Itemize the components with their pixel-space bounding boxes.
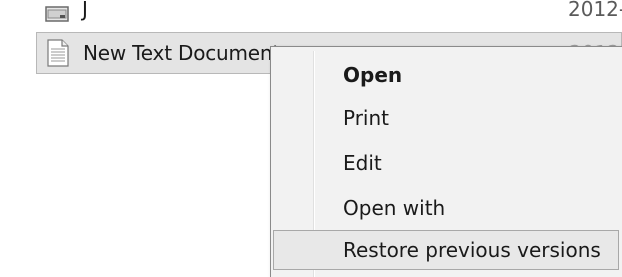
file-date: 2012-0: [568, 0, 622, 21]
file-name: New Text Document: [83, 41, 281, 65]
folder-icon: [45, 0, 69, 25]
menu-item-edit[interactable]: Edit: [273, 143, 619, 183]
menu-item-label: Edit: [343, 151, 382, 175]
text-document-icon: [46, 39, 70, 67]
file-row-folder[interactable]: J 2012-0: [36, 0, 622, 25]
menu-item-label: Print: [343, 106, 390, 130]
menu-item-label: Open: [343, 63, 403, 87]
file-name: J: [82, 0, 88, 21]
menu-item-open[interactable]: Open: [273, 55, 619, 95]
menu-item-label: Open with: [343, 196, 446, 220]
menu-item-open-with[interactable]: Open with: [273, 188, 619, 228]
menu-item-label: Restore previous versions: [343, 238, 601, 262]
context-menu: Open Print Edit Open with Restore previo…: [270, 46, 622, 277]
menu-item-restore-previous-versions[interactable]: Restore previous versions: [273, 230, 619, 270]
menu-item-print[interactable]: Print: [273, 98, 619, 138]
